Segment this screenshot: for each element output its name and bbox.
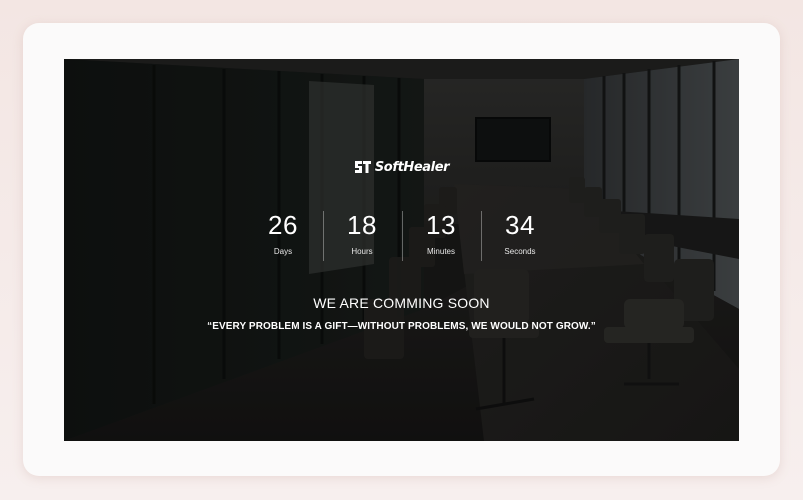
coming-soon-hero: SoftHealer 26 Days 18 Hours 13 Minutes 3…	[64, 59, 739, 441]
countdown-minutes-label: Minutes	[426, 247, 455, 256]
hero-content: SoftHealer 26 Days 18 Hours 13 Minutes 3…	[64, 59, 739, 441]
countdown-hours-value: 18	[347, 210, 377, 240]
brand-logo[interactable]: SoftHealer	[64, 159, 739, 175]
motivational-quote: “EVERY PROBLEM IS A GIFT—WITHOUT PROBLEM…	[207, 321, 596, 332]
brand-name: SoftHealer	[374, 159, 450, 175]
countdown-seconds: 34 Seconds	[480, 209, 560, 261]
countdown-hours-label: Hours	[351, 247, 373, 256]
countdown-seconds-value: 34	[505, 210, 535, 240]
page-background: SoftHealer 26 Days 18 Hours 13 Minutes 3…	[0, 0, 803, 500]
countdown-seconds-label: Seconds	[504, 247, 536, 256]
countdown-minutes: 13 Minutes	[401, 209, 481, 261]
countdown-timer: 26 Days 18 Hours 13 Minutes 34 Seconds	[64, 209, 739, 261]
countdown-days: 26 Days	[244, 209, 323, 256]
countdown-minutes-value: 13	[426, 210, 456, 240]
countdown-days-label: Days	[273, 247, 293, 256]
softhealer-logo-icon	[354, 161, 371, 173]
countdown-hours: 18 Hours	[322, 209, 402, 261]
countdown-days-value: 26	[268, 210, 298, 240]
coming-soon-heading: WE ARE COMMING SOON	[313, 295, 490, 311]
